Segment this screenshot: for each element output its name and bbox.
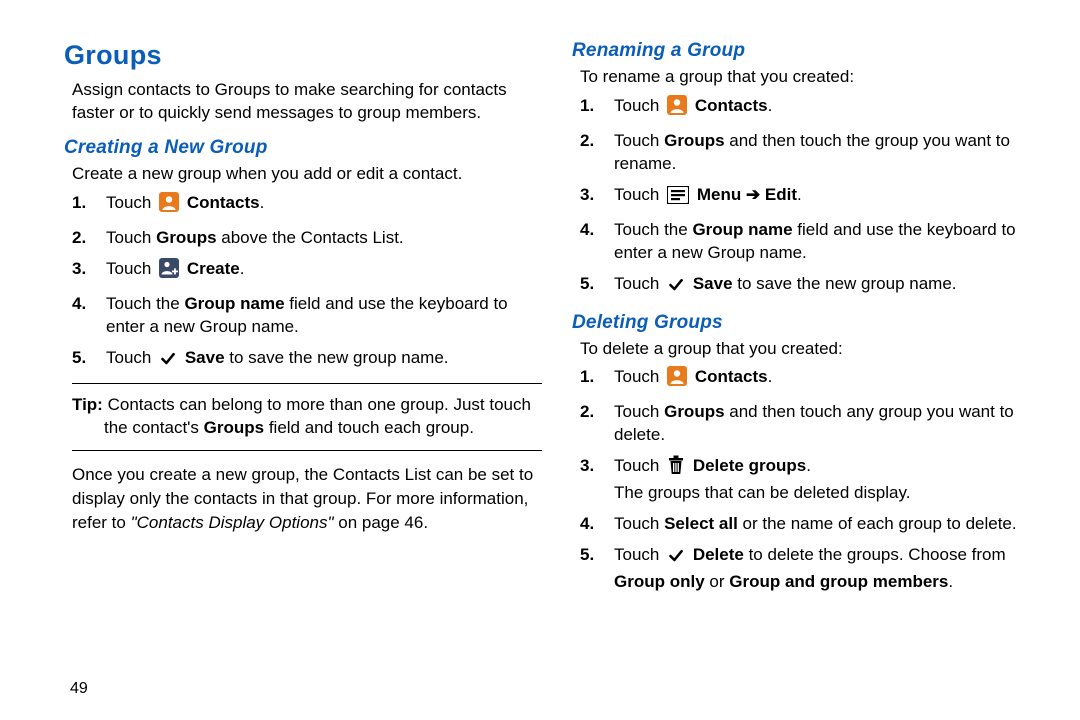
trash-icon — [667, 455, 685, 482]
step-1: 1. Touch Contacts. — [72, 192, 542, 219]
step-4: 4. Touch the Group name field and use th… — [580, 219, 1048, 265]
create-icon — [159, 258, 179, 285]
tip-block: Tip: Contacts can belong to more than on… — [72, 394, 542, 440]
creating-steps: 1. Touch Contacts. 2. Touch Groups above… — [64, 192, 542, 374]
step-2: 2. Touch Groups and then touch the group… — [580, 130, 1048, 176]
step-1: 1. Touch Contacts. — [580, 366, 1048, 393]
menu-icon — [667, 186, 689, 211]
renaming-steps: 1. Touch Contacts. 2. Touch Groups and t… — [572, 95, 1048, 300]
step-4: 4. Touch Select all or the name of each … — [580, 513, 1048, 536]
step-3: 3. Touch Delete groups. The groups that … — [580, 455, 1048, 505]
divider — [72, 383, 542, 384]
heading-deleting: Deleting Groups — [572, 312, 1048, 334]
step-5: 5. Touch Delete to delete the groups. Ch… — [580, 544, 1048, 594]
tip-label: Tip: — [72, 395, 103, 414]
contacts-icon — [667, 95, 687, 122]
step-2: 2. Touch Groups above the Contacts List. — [72, 227, 542, 250]
divider — [72, 450, 542, 451]
heading-groups: Groups — [64, 40, 542, 71]
heading-creating: Creating a New Group — [64, 137, 542, 159]
step-5: 5. Touch Save to save the new group name… — [72, 347, 542, 374]
page-number: 49 — [70, 680, 88, 698]
step-number: 1. — [72, 192, 106, 215]
manual-page: Groups Assign contacts to Groups to make… — [0, 0, 1080, 602]
step-number: 3. — [72, 258, 106, 281]
check-icon — [667, 277, 685, 300]
contacts-label: Contacts — [187, 193, 260, 212]
step-2: 2. Touch Groups and then touch any group… — [580, 401, 1048, 447]
step-1: 1. Touch Contacts. — [580, 95, 1048, 122]
once-paragraph: Once you create a new group, the Contact… — [72, 463, 542, 534]
step-5: 5. Touch Save to save the new group name… — [580, 273, 1048, 300]
renaming-lead: To rename a group that you created: — [580, 66, 1048, 89]
step-3: 3. Touch Create. — [72, 258, 542, 285]
deleting-steps: 1. Touch Contacts. 2. Touch Groups and t… — [572, 366, 1048, 594]
step-4: 4. Touch the Group name field and use th… — [72, 293, 542, 339]
step-number: 2. — [72, 227, 106, 250]
contacts-icon — [159, 192, 179, 219]
step-number: 5. — [72, 347, 106, 370]
create-label: Create — [187, 259, 240, 278]
step-number: 4. — [72, 293, 106, 316]
check-icon — [159, 351, 177, 374]
save-label: Save — [185, 348, 225, 367]
left-column: Groups Assign contacts to Groups to make… — [64, 40, 542, 602]
heading-renaming: Renaming a Group — [572, 40, 1048, 62]
step-3: 3. Touch Menu ➔ Edit. — [580, 184, 1048, 211]
deleting-lead: To delete a group that you created: — [580, 338, 1048, 361]
intro-text: Assign contacts to Groups to make search… — [72, 79, 542, 125]
creating-lead: Create a new group when you add or edit … — [72, 163, 542, 186]
check-icon — [667, 548, 685, 571]
right-column: Renaming a Group To rename a group that … — [572, 40, 1048, 602]
contacts-icon — [667, 366, 687, 393]
